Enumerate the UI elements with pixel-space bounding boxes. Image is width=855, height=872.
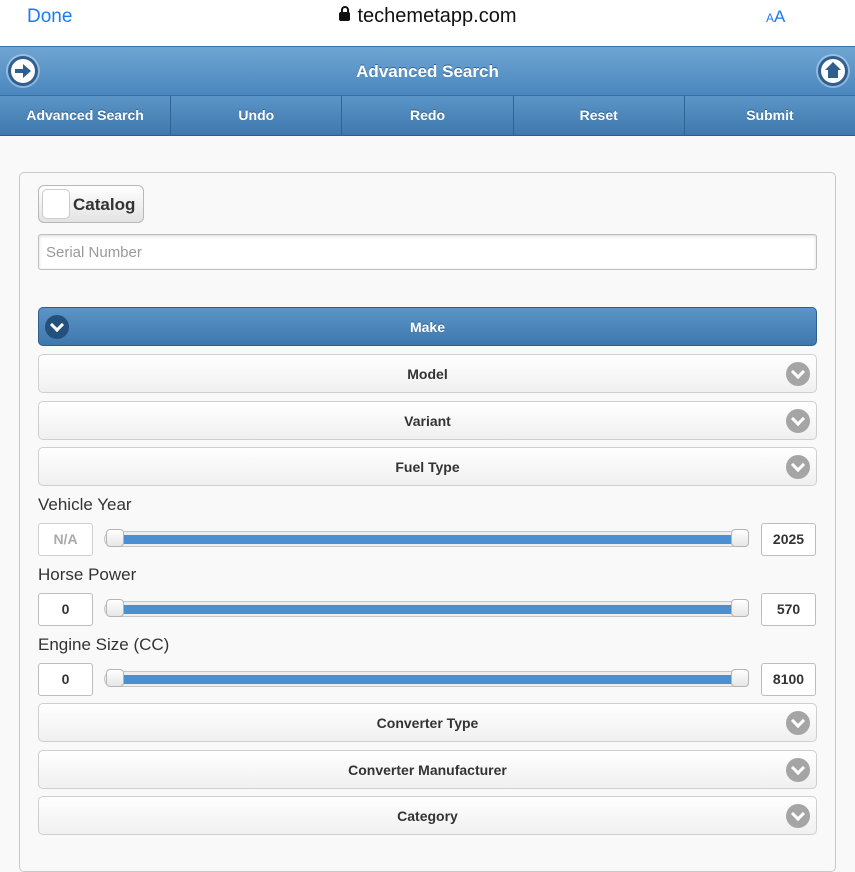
browser-bar: Done techemetapp.com AA xyxy=(0,0,855,46)
engine-size-range-fill xyxy=(115,675,740,684)
app-header: Advanced Search xyxy=(0,46,855,96)
section-make[interactable]: Make xyxy=(38,307,817,346)
vehicle-year-max-handle[interactable] xyxy=(731,529,749,547)
engine-size-label: Engine Size (CC) xyxy=(38,635,170,654)
vehicle-year-min-input[interactable]: N/A xyxy=(38,523,93,556)
section-category-label: Category xyxy=(397,808,458,824)
vehicle-year-max-input[interactable]: 2025 xyxy=(761,523,816,556)
engine-size-min-handle[interactable] xyxy=(106,669,124,687)
home-icon xyxy=(821,59,845,83)
section-converter-type-label: Converter Type xyxy=(376,715,479,731)
engine-size-min-input[interactable]: 0 xyxy=(38,663,93,696)
engine-size-slider[interactable] xyxy=(104,669,749,687)
toggle-knob xyxy=(42,189,70,219)
chevron-down-icon xyxy=(786,409,810,433)
home-button[interactable] xyxy=(818,56,848,86)
horse-power-max-handle[interactable] xyxy=(731,599,749,617)
nav-redo[interactable]: Redo xyxy=(342,96,514,135)
chevron-down-icon xyxy=(786,362,810,386)
horse-power-min-input[interactable]: 0 xyxy=(38,593,93,626)
page-title: Advanced Search xyxy=(356,62,499,81)
horse-power-max-input[interactable]: 570 xyxy=(761,593,816,626)
engine-size-max-input[interactable]: 8100 xyxy=(761,663,816,696)
catalog-label: Catalog xyxy=(73,195,136,214)
section-converter-manufacturer-label: Converter Manufacturer xyxy=(348,762,507,778)
chevron-down-icon xyxy=(786,455,810,479)
chevron-down-icon xyxy=(786,711,810,735)
serial-number-input[interactable] xyxy=(38,234,817,270)
section-category[interactable]: Category xyxy=(38,796,817,835)
horse-power-slider[interactable] xyxy=(104,599,749,617)
nav-submit[interactable]: Submit xyxy=(685,96,855,135)
nav-undo[interactable]: Undo xyxy=(171,96,343,135)
vehicle-year-range-fill xyxy=(115,535,740,544)
nav-reset[interactable]: Reset xyxy=(514,96,685,135)
engine-size-max-handle[interactable] xyxy=(731,669,749,687)
section-fuel-type-label: Fuel Type xyxy=(395,459,460,475)
action-navbar: Advanced Search Undo Redo Reset Submit xyxy=(0,96,855,136)
section-variant-label: Variant xyxy=(404,413,451,429)
section-make-label: Make xyxy=(409,319,446,335)
vehicle-year-label: Vehicle Year xyxy=(38,495,132,514)
section-model[interactable]: Model xyxy=(38,354,817,393)
address-bar[interactable]: techemetapp.com xyxy=(0,5,855,28)
section-converter-manufacturer[interactable]: Converter Manufacturer xyxy=(38,750,817,789)
horse-power-label: Horse Power xyxy=(38,565,137,584)
section-converter-type[interactable]: Converter Type xyxy=(38,703,817,742)
nav-advanced-search[interactable]: Advanced Search xyxy=(0,96,172,135)
vehicle-year-min-handle[interactable] xyxy=(106,529,124,547)
catalog-toggle[interactable]: Catalog xyxy=(38,185,144,223)
section-fuel-type[interactable]: Fuel Type xyxy=(38,447,817,486)
lock-icon xyxy=(338,6,350,21)
url-text: techemetapp.com xyxy=(357,5,517,27)
text-size-button[interactable]: AA xyxy=(766,7,785,27)
section-variant[interactable]: Variant xyxy=(38,401,817,440)
chevron-down-icon xyxy=(786,804,810,828)
chevron-down-icon xyxy=(786,758,810,782)
horse-power-min-handle[interactable] xyxy=(106,599,124,617)
section-model-label: Model xyxy=(407,366,448,382)
horse-power-range-fill xyxy=(115,605,740,614)
vehicle-year-slider[interactable] xyxy=(104,529,749,547)
